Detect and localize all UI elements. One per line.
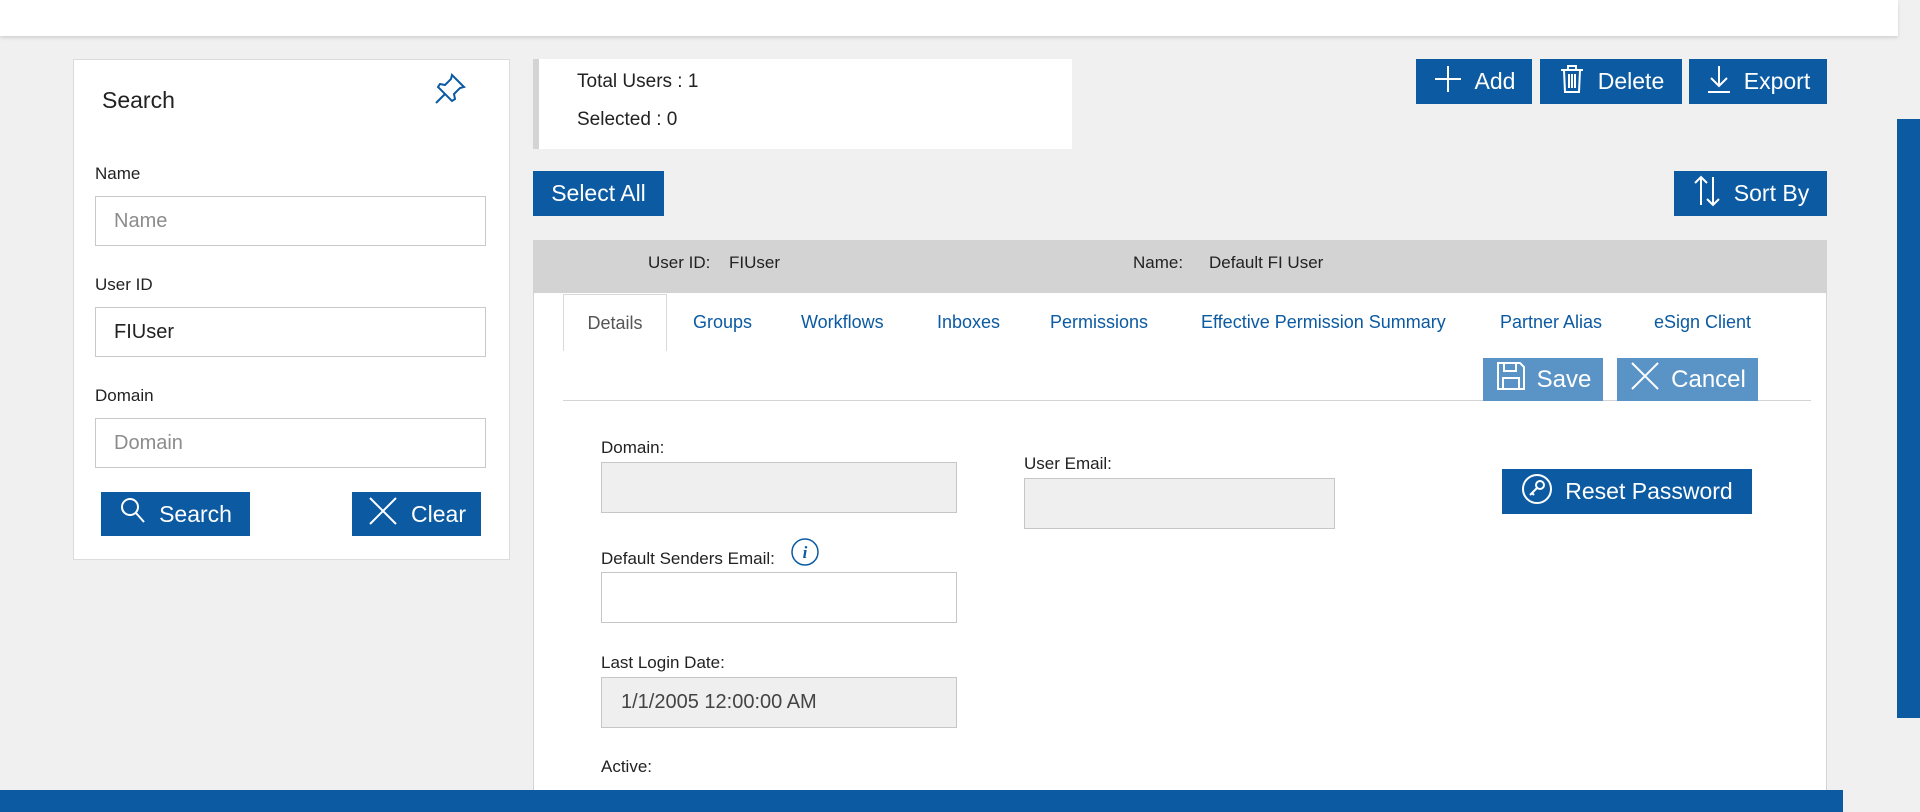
export-button-label: Export [1743, 68, 1811, 94]
pin-icon[interactable] [433, 72, 467, 106]
delete-button-label: Delete [1597, 68, 1665, 94]
save-button-label: Save [1536, 365, 1592, 393]
user-email-field[interactable] [1024, 478, 1335, 529]
sort-icon [1692, 175, 1722, 213]
tab-workflows[interactable]: Workflows [801, 312, 884, 333]
record-name-value: Default FI User [1209, 253, 1324, 272]
search-button-label: Search [159, 500, 232, 527]
top-bar [0, 0, 1898, 36]
tab-partner-alias[interactable]: Partner Alias [1500, 312, 1602, 333]
domain-label: Domain [95, 386, 154, 405]
page-scrollbar[interactable] [1897, 119, 1920, 718]
sort-by-button-label: Sort By [1733, 180, 1810, 206]
domain-field-label: Domain: [601, 438, 665, 457]
cancel-button[interactable]: Cancel [1617, 358, 1758, 401]
name-input[interactable]: Name [95, 196, 486, 246]
close-icon [1629, 360, 1661, 399]
clear-button[interactable]: Clear [352, 492, 481, 536]
search-button[interactable]: Search [101, 492, 250, 536]
key-icon [1521, 473, 1553, 511]
user-email-label: User Email: [1024, 454, 1112, 473]
trash-icon [1558, 64, 1586, 100]
last-login-label: Last Login Date: [601, 653, 725, 672]
reset-password-button[interactable]: Reset Password [1502, 469, 1752, 514]
domain-placeholder: Domain [114, 431, 183, 454]
clear-button-label: Clear [411, 500, 466, 527]
add-button-label: Add [1474, 68, 1516, 94]
name-label: Name [95, 164, 141, 183]
svg-text:i: i [803, 543, 808, 562]
search-icon [119, 497, 147, 531]
plus-icon [1433, 64, 1463, 100]
total-users: Total Users : 1 [577, 71, 699, 92]
export-button[interactable]: Export [1689, 59, 1827, 104]
default-senders-email-field[interactable] [601, 572, 957, 623]
record-userid-label: User ID: [648, 253, 711, 272]
record-userid-value: FIUser [729, 253, 780, 272]
close-icon [367, 495, 399, 533]
selected-count: Selected : 0 [577, 109, 678, 130]
domain-field[interactable] [601, 462, 957, 513]
cancel-button-label: Cancel [1671, 365, 1746, 393]
tab-inboxes[interactable]: Inboxes [937, 312, 1000, 333]
userid-input-value: FIUser [114, 320, 174, 343]
record-name-label: Name: [1133, 253, 1184, 272]
userid-input[interactable]: FIUser [95, 307, 486, 357]
last-login-field: 1/1/2005 12:00:00 AM [601, 677, 957, 728]
delete-button[interactable]: Delete [1540, 59, 1682, 104]
tab-effective-permission-summary[interactable]: Effective Permission Summary [1201, 312, 1446, 333]
active-label: Active: [601, 757, 653, 776]
tab-esign-client[interactable]: eSign Client [1654, 312, 1751, 333]
default-senders-email-label: Default Senders Email: [601, 549, 775, 568]
reset-password-label: Reset Password [1565, 478, 1733, 504]
select-all-button[interactable]: Select All [533, 171, 664, 216]
userid-label: User ID [95, 275, 153, 294]
info-icon[interactable]: i [790, 537, 820, 567]
name-placeholder: Name [114, 209, 168, 232]
search-panel-title: Search [102, 87, 175, 113]
sort-by-button[interactable]: Sort By [1674, 171, 1827, 216]
download-icon [1706, 64, 1732, 100]
save-button[interactable]: Save [1483, 358, 1603, 401]
tab-groups[interactable]: Groups [693, 312, 752, 333]
add-button[interactable]: Add [1416, 59, 1532, 104]
domain-input[interactable]: Domain [95, 418, 486, 468]
footer-bar [0, 790, 1843, 812]
tab-details[interactable]: Details [563, 294, 667, 351]
tab-permissions[interactable]: Permissions [1050, 312, 1148, 333]
floppy-disk-icon [1495, 360, 1527, 399]
